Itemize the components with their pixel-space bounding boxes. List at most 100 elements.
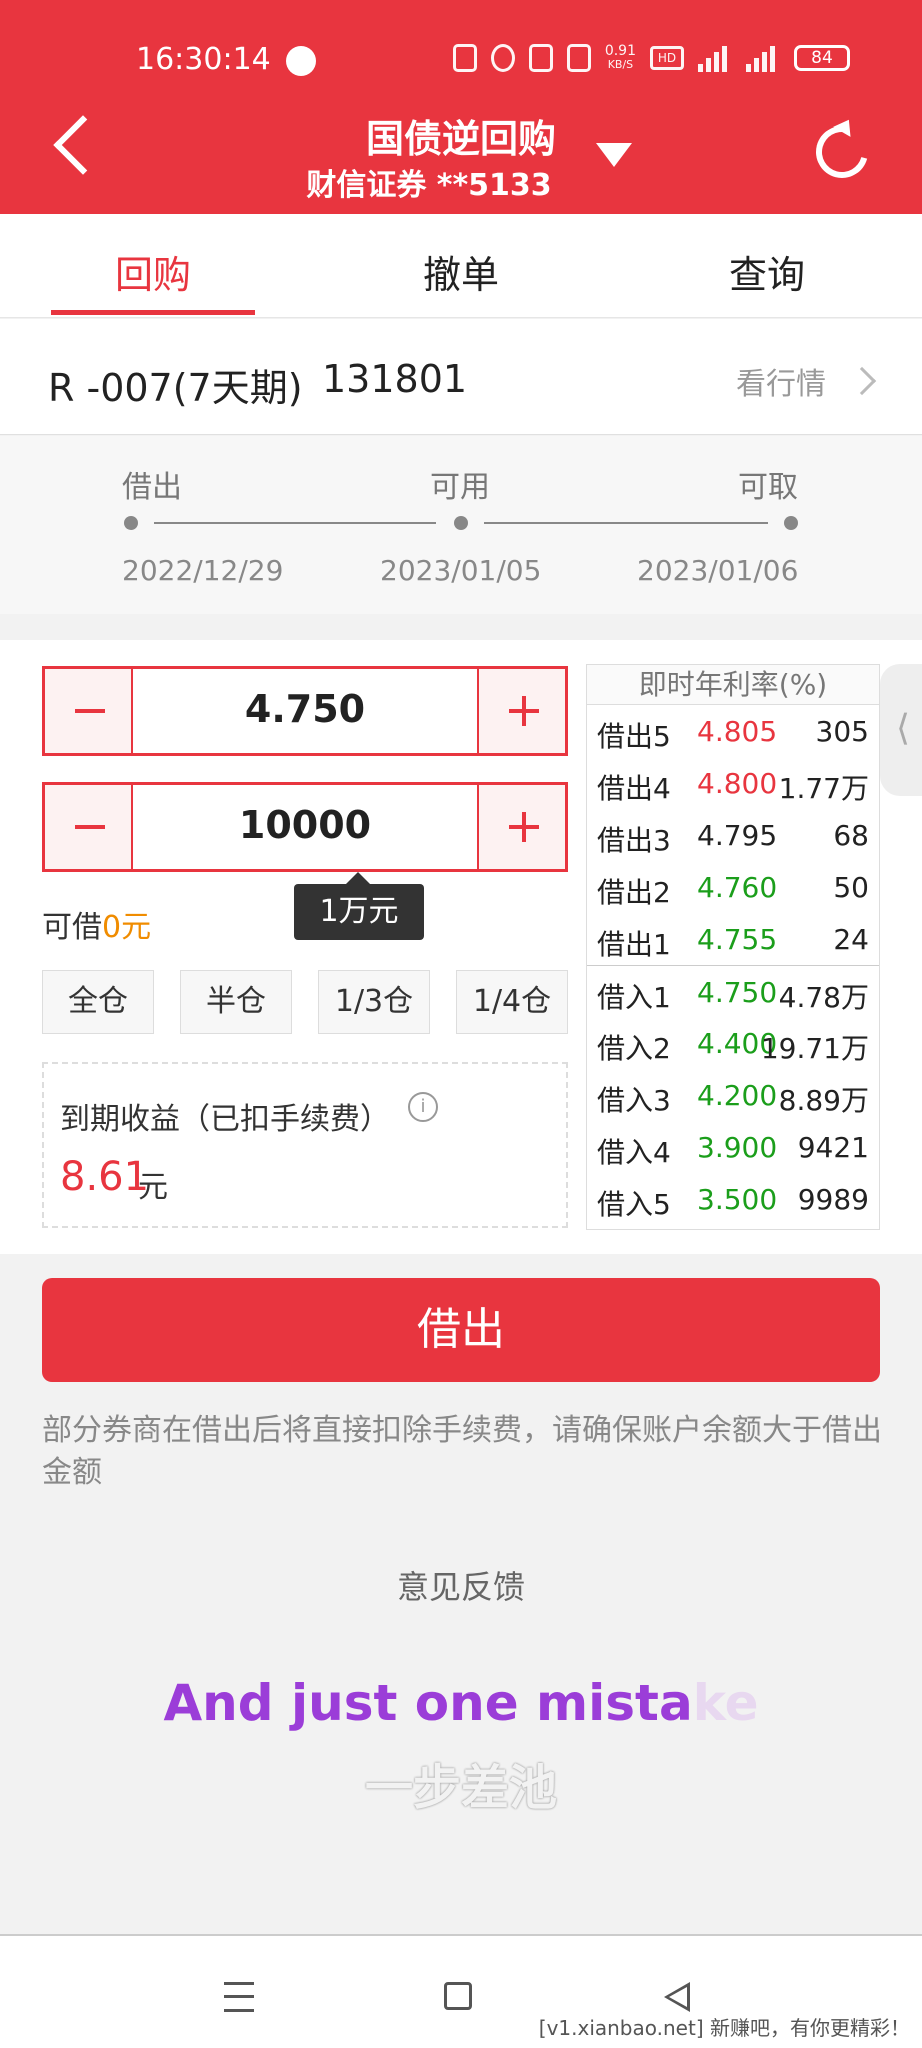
- order-book-rate: 4.750: [697, 976, 778, 1009]
- nfc-icon: [452, 44, 477, 72]
- order-book-row[interactable]: 借入5 3.500 9989: [587, 1173, 879, 1225]
- order-book-label: 借出2: [597, 876, 671, 909]
- tab-repurchase[interactable]: 回购: [53, 244, 253, 299]
- order-book-title: 即时年利率(%): [587, 665, 879, 705]
- order-book-label: 借出3: [597, 824, 671, 857]
- order-book-rate: 4.795: [697, 819, 778, 852]
- order-book-label: 借入1: [597, 981, 671, 1014]
- position-half-button[interactable]: 半仓: [180, 970, 292, 1034]
- order-book-row[interactable]: 借出3 4.795 68: [587, 809, 879, 861]
- order-book-volume: 19.71万: [760, 1032, 869, 1065]
- order-book-row[interactable]: 借出5 4.805 305: [587, 705, 879, 757]
- order-book-rate: 4.200: [697, 1079, 778, 1112]
- order-book: 即时年利率(%) 借出5 4.805 305 借出4 4.800 1.77万借出3 4.79…: [586, 664, 880, 1230]
- order-book-rate: 4.755: [697, 923, 778, 956]
- app-header: 16:30:14 0.91 KB/S HD 84 国债逆回购 财信证券 **513…: [0, 0, 922, 214]
- rate-stepper: 4.750: [42, 666, 568, 756]
- available-value: 0元: [102, 910, 152, 945]
- order-book-label: 借出5: [597, 720, 671, 753]
- order-book-label: 借入5: [597, 1188, 671, 1221]
- battery-icon: 84: [794, 45, 850, 71]
- chevron-left-icon: ⟨: [896, 708, 911, 749]
- position-quarter-button[interactable]: 1/4仓: [456, 970, 568, 1034]
- order-book-rate: 4.760: [697, 871, 778, 904]
- income-value: 8.61: [60, 1154, 150, 1200]
- order-book-label: 借入3: [597, 1084, 671, 1117]
- chevron-right-icon[interactable]: [847, 366, 877, 396]
- timeline-dot: [124, 516, 138, 530]
- amount-decrease-button[interactable]: [45, 785, 133, 869]
- subtitle-en-fade: ke: [692, 1674, 759, 1732]
- page-title: 国债逆回购: [365, 117, 556, 161]
- rate-increase-button[interactable]: [477, 669, 565, 753]
- order-book-row[interactable]: 借出1 4.755 24: [587, 913, 879, 965]
- order-book-row[interactable]: 借入1 4.750 4.78万: [587, 965, 879, 1017]
- hd-icon: HD: [650, 46, 684, 70]
- side-drawer-handle[interactable]: ⟨: [880, 664, 922, 796]
- order-book-row[interactable]: 借出2 4.760 50: [587, 861, 879, 913]
- signal-4g-icon: [746, 44, 780, 72]
- available-label: 可借: [42, 910, 102, 945]
- settlement-timeline: 借出 可用 可取 2022/12/29 2023/01/05 2023/01/0…: [0, 436, 922, 614]
- amount-stepper: 10000: [42, 782, 568, 872]
- order-book-rate: 4.805: [697, 715, 778, 748]
- timeline-date-withdraw: 2023/01/06: [637, 554, 799, 587]
- signal-5g-icon: [698, 44, 732, 72]
- amount-hint-tooltip: 1万元: [294, 872, 424, 940]
- product-name: R -007(7天期): [48, 366, 303, 410]
- income-label: 到期收益（已扣手续费）: [60, 1102, 390, 1137]
- trade-panel: 4.750 10000 1万元 可借0元 全仓 半仓 1/3仓 1/4仓 到期收…: [0, 640, 922, 1254]
- tab-cancel-order[interactable]: 撤单: [361, 244, 561, 299]
- timeline-date-available: 2023/01/05: [380, 554, 542, 587]
- nav-back-icon[interactable]: [664, 1982, 690, 2012]
- order-book-volume: 8.89万: [778, 1084, 869, 1117]
- order-book-volume: 9989: [797, 1183, 869, 1216]
- timeline-line: [154, 522, 436, 524]
- lend-button[interactable]: 借出: [42, 1278, 880, 1382]
- timeline-label-withdraw: 可取: [738, 470, 798, 505]
- bluetooth-icon: [566, 44, 591, 72]
- vibrate-icon: [528, 44, 553, 72]
- status-icons: 0.91 KB/S HD 84: [452, 43, 850, 72]
- position-third-button[interactable]: 1/3仓: [318, 970, 430, 1034]
- rate-decrease-button[interactable]: [45, 669, 133, 753]
- timeline-label-available: 可用: [430, 470, 490, 505]
- order-book-label: 借出4: [597, 772, 671, 805]
- available-amount: 可借0元: [42, 902, 151, 946]
- video-subtitle-en: And just one mistake: [0, 1674, 922, 1732]
- product-code: 131801: [322, 357, 468, 401]
- timeline-dot: [784, 516, 798, 530]
- account-dropdown-icon[interactable]: [596, 143, 632, 167]
- net-speed: 0.91 KB/S: [604, 43, 636, 71]
- amount-increase-button[interactable]: [477, 785, 565, 869]
- product-row: R -007(7天期) 131801 看行情: [0, 319, 922, 435]
- timeline-date-lend: 2022/12/29: [122, 554, 284, 587]
- order-book-row[interactable]: 借入2 4.400 19.71万: [587, 1017, 879, 1069]
- alarm-icon: [490, 44, 515, 72]
- timeline-line: [484, 522, 768, 524]
- tab-query[interactable]: 查询: [667, 244, 867, 299]
- order-book-row[interactable]: 借出4 4.800 1.77万: [587, 757, 879, 809]
- order-book-row[interactable]: 借入4 3.900 9421: [587, 1121, 879, 1173]
- order-book-volume: 50: [833, 871, 869, 904]
- rate-input[interactable]: 4.750: [133, 687, 477, 731]
- order-book-volume: 9421: [797, 1131, 869, 1164]
- tab-bar: 回购 撤单 查询: [0, 214, 922, 318]
- info-icon[interactable]: i: [408, 1092, 438, 1122]
- timeline-dot: [454, 516, 468, 530]
- view-market-link[interactable]: 看行情: [736, 359, 826, 403]
- order-book-rate: 3.500: [697, 1183, 778, 1216]
- home-icon[interactable]: [444, 1982, 472, 2010]
- feedback-link[interactable]: 意见反馈: [0, 1562, 922, 1608]
- fee-notice: 部分券商在借出后将直接扣除手续费，请确保账户余额大于借出金额: [42, 1413, 882, 1490]
- account-subtitle: 财信证券 **5133: [306, 168, 552, 203]
- order-book-row[interactable]: 借入3 4.200 8.89万: [587, 1069, 879, 1121]
- menu-icon[interactable]: [224, 1982, 254, 2012]
- amount-input[interactable]: 10000: [133, 803, 477, 847]
- video-subtitle-cn: 一步差池: [364, 1760, 557, 1816]
- order-book-volume: 305: [815, 715, 869, 748]
- order-book-label: 借出1: [597, 928, 671, 961]
- status-time: 16:30:14: [136, 42, 271, 77]
- position-full-button[interactable]: 全仓: [42, 970, 154, 1034]
- order-book-label: 借入4: [597, 1136, 671, 1169]
